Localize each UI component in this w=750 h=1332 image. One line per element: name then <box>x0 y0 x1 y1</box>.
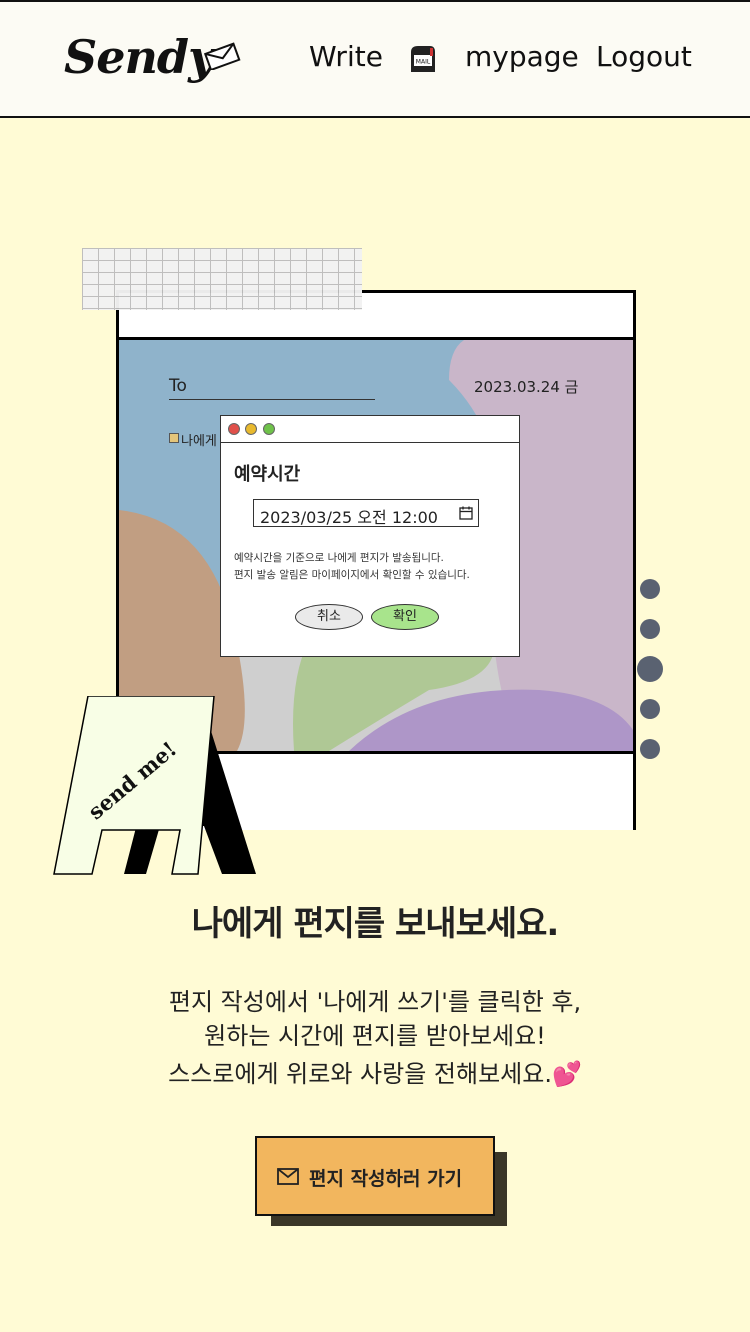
window-close-dot <box>228 423 240 435</box>
nav-mypage-link[interactable]: mypage <box>465 40 579 73</box>
logo[interactable]: Sendy <box>64 30 215 84</box>
datetime-field: 2023/03/25 오전 12:00 <box>253 499 479 527</box>
dialog-title-bar <box>221 416 519 443</box>
carousel-dot-1[interactable] <box>640 579 660 599</box>
dialog-confirm-button: 확인 <box>371 604 439 630</box>
send-to-self-checkbox <box>169 433 179 443</box>
send-me-sign: send me! <box>53 696 256 875</box>
write-letter-button[interactable]: 편지 작성하러 가기 <box>255 1136 495 1216</box>
description-line-3: 스스로에게 위로와 사랑을 전해보세요.💕 <box>168 1060 582 1088</box>
mailbox-icon[interactable]: MAIL <box>408 44 438 74</box>
dialog-note-line2: 편지 발송 알림은 마이페이지에서 확인할 수 있습니다. <box>234 569 470 581</box>
grid-tape-decoration <box>82 248 362 310</box>
recipient-label: To <box>169 376 187 396</box>
window-minimize-dot <box>245 423 257 435</box>
main-headline: 나에게 편지를 보내보세요. <box>191 904 560 944</box>
send-to-self-label: 나에게 <box>181 434 217 449</box>
envelope-icon <box>204 42 241 70</box>
carousel-dot-2[interactable] <box>640 619 660 639</box>
envelope-icon <box>277 1168 299 1185</box>
description-line-1: 편지 작성에서 '나에게 쓰기'를 클릭한 후, <box>168 988 582 1016</box>
datetime-value: 2023/03/25 오전 12:00 <box>260 508 438 527</box>
recipient-underline <box>169 399 375 400</box>
write-letter-label: 편지 작성하러 가기 <box>309 1168 463 1190</box>
description-line-2: 원하는 시간에 편지를 받아보세요! <box>204 1022 546 1050</box>
window-maximize-dot <box>263 423 275 435</box>
dialog-cancel-button: 취소 <box>295 604 363 630</box>
dialog-note-line1: 예약시간을 기준으로 나에게 편지가 발송됩니다. <box>234 552 444 564</box>
letter-date: 2023.03.24 금 <box>474 378 579 396</box>
calendar-icon <box>459 506 473 520</box>
svg-text:MAIL: MAIL <box>416 59 431 66</box>
schedule-dialog: 예약시간 2023/03/25 오전 12:00 예약시간을 기준으로 나에게 … <box>220 415 520 657</box>
carousel-dot-5[interactable] <box>640 739 660 759</box>
dialog-title: 예약시간 <box>234 464 301 485</box>
nav-write-link[interactable]: Write <box>309 40 383 73</box>
carousel-dot-4[interactable] <box>640 699 660 719</box>
nav-logout-link[interactable]: Logout <box>596 40 692 73</box>
site-header: Sendy Write MAIL mypage Logout <box>0 2 750 118</box>
carousel-dot-3-active[interactable] <box>637 656 663 682</box>
